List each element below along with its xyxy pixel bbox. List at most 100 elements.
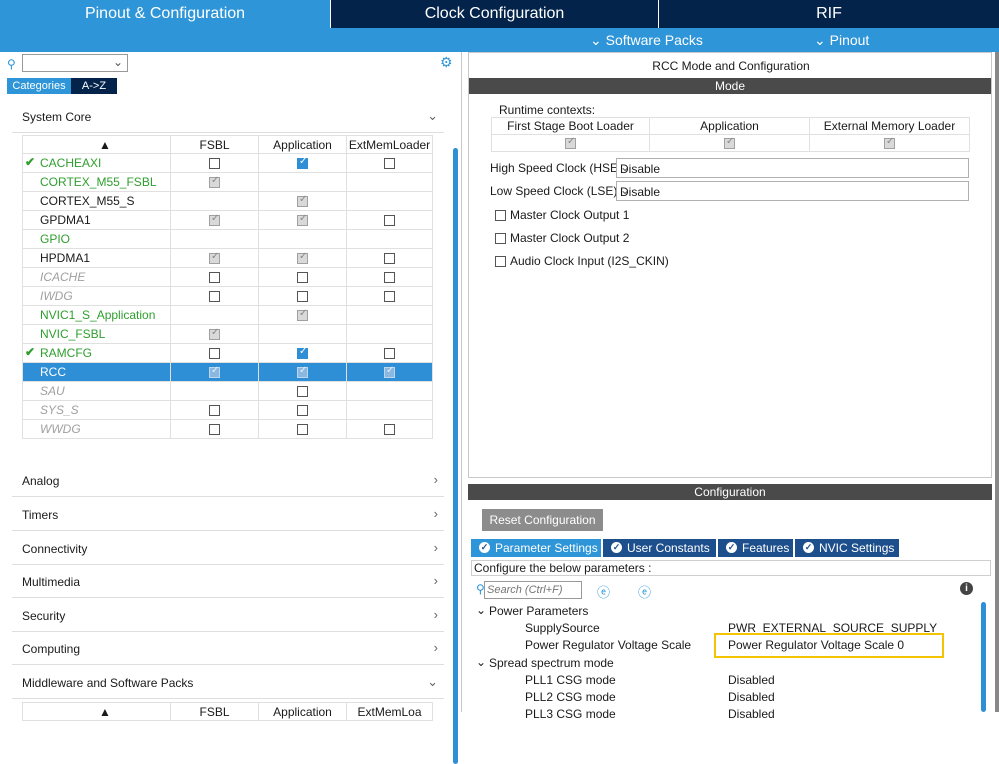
app-checkbox[interactable] (297, 346, 308, 360)
app-checkbox[interactable] (297, 156, 308, 170)
checkbox[interactable] (495, 210, 506, 222)
app-checkbox[interactable] (297, 365, 308, 379)
tab-parameter-settings[interactable]: ✓ Parameter Settings (471, 539, 601, 557)
app-checkbox[interactable] (297, 405, 308, 417)
component-name: HPDMA1 (40, 251, 91, 265)
section-multimedia[interactable]: Multimedia › (12, 565, 444, 598)
hse-select[interactable]: Disable ⌄ (616, 158, 969, 178)
categories-button[interactable]: Categories (7, 78, 71, 94)
checkbox[interactable] (495, 233, 506, 245)
ext-checkbox[interactable] (384, 215, 395, 227)
component-row[interactable]: ✔ RAMCFG (22, 343, 433, 363)
group-spread-spectrum[interactable]: Spread spectrum mode (489, 656, 614, 670)
tab-nvic-settings[interactable]: ✓ NVIC Settings (795, 539, 899, 557)
search-combo[interactable]: ⌄ (22, 54, 128, 72)
ext-checkbox[interactable] (384, 158, 395, 170)
right-edge-scrollbar[interactable] (995, 52, 999, 712)
fsbl-checkbox[interactable] (209, 213, 220, 227)
fsbl-checkbox[interactable] (209, 158, 220, 170)
fsbl-checkbox[interactable] (209, 327, 220, 341)
left-scrollbar[interactable] (453, 148, 458, 764)
pinout-menu[interactable]: ⌄ Pinout (814, 28, 869, 52)
gear-icon[interactable]: ⚙ (440, 54, 453, 71)
component-row[interactable]: NVIC1_S_Application (22, 305, 433, 325)
fsbl-checkbox[interactable] (209, 272, 220, 284)
param-value[interactable]: Disabled (728, 707, 775, 721)
fsbl-checkbox[interactable] (209, 405, 220, 417)
component-row[interactable]: SYS_S (22, 400, 433, 420)
component-row[interactable]: IWDG (22, 286, 433, 306)
next-icon[interactable]: ⓔ (638, 582, 651, 601)
fsbl-checkbox[interactable] (209, 175, 220, 189)
section-connectivity[interactable]: Connectivity › (12, 532, 444, 565)
group-power-parameters[interactable]: Power Parameters (489, 604, 588, 618)
component-row[interactable]: WWDG (22, 419, 433, 439)
section-timers[interactable]: Timers › (12, 498, 444, 531)
ext-checkbox[interactable] (384, 253, 395, 265)
section-analog[interactable]: Analog › (12, 464, 444, 497)
tab-features[interactable]: ✓ Features (718, 539, 793, 557)
ext-checkbox[interactable] (384, 424, 395, 436)
component-row[interactable]: CORTEX_M55_S (22, 191, 433, 211)
reset-configuration-button[interactable]: Reset Configuration (482, 509, 603, 531)
ext-checkbox[interactable] (384, 348, 395, 360)
app-checkbox[interactable] (297, 308, 308, 322)
param-value[interactable]: Power Regulator Voltage Scale 0 (728, 638, 904, 652)
app-checkbox[interactable] (297, 386, 308, 398)
component-row[interactable]: NVIC_FSBL (22, 324, 433, 344)
tab-user-constants[interactable]: ✓ User Constants (603, 539, 716, 557)
a-z-button[interactable]: A->Z (71, 78, 117, 94)
section-system-core[interactable]: System Core ⌄ (12, 100, 444, 133)
section-security[interactable]: Security › (12, 599, 444, 632)
right-scrollbar[interactable] (981, 602, 986, 712)
section-middleware-and-software-packs[interactable]: Middleware and Software Packs ⌄ (12, 666, 444, 699)
audio-clock-input[interactable]: Audio Clock Input (I2S_CKIN) (495, 254, 669, 270)
component-row[interactable]: GPDMA1 (22, 210, 433, 230)
component-row[interactable]: RCC (22, 362, 433, 382)
app-checkbox[interactable] (297, 213, 308, 227)
app-checkbox[interactable] (297, 424, 308, 436)
section-computing[interactable]: Computing › (12, 632, 444, 665)
master-clock-output-2[interactable]: Master Clock Output 2 (495, 231, 629, 247)
info-icon[interactable]: i (960, 582, 973, 595)
component-row[interactable]: ✔ CACHEAXI (22, 153, 433, 173)
fsbl-checkbox[interactable] (209, 291, 220, 303)
previous-icon[interactable]: ⓔ (597, 582, 610, 601)
component-row[interactable]: GPIO (22, 229, 433, 249)
context-application-checkbox[interactable] (724, 136, 735, 150)
context-application: Application (649, 117, 810, 135)
component-row[interactable]: ICACHE (22, 267, 433, 287)
fsbl-checkbox[interactable] (209, 348, 220, 360)
tab-rif[interactable]: RIF (658, 0, 999, 28)
context-fsbl-checkbox[interactable] (565, 136, 576, 150)
chevron-down-icon[interactable]: ⌄ (476, 603, 486, 617)
ext-checkbox[interactable] (384, 291, 395, 303)
app-checkbox[interactable] (297, 291, 308, 303)
search-icon: ⚲ (7, 57, 16, 71)
app-checkbox[interactable] (297, 194, 308, 208)
parameter-search-input[interactable] (484, 581, 582, 599)
fsbl-checkbox[interactable] (209, 251, 220, 265)
app-checkbox[interactable] (297, 251, 308, 265)
chevron-down-icon[interactable]: ⌄ (476, 655, 486, 669)
sort-icon[interactable]: ▲ (22, 135, 171, 154)
component-row[interactable]: CORTEX_M55_FSBL (22, 172, 433, 192)
context-extmem-checkbox[interactable] (884, 136, 895, 150)
ext-checkbox[interactable] (384, 272, 395, 284)
fsbl-checkbox[interactable] (209, 365, 220, 379)
param-value[interactable]: Disabled (728, 673, 775, 687)
chevron-down-icon: ⌄ (814, 32, 826, 48)
component-row[interactable]: SAU (22, 381, 433, 401)
software-packs-menu[interactable]: ⌄ Software Packs (590, 28, 703, 52)
lse-select[interactable]: Disable ⌄ (616, 181, 969, 201)
tab-pinout-configuration[interactable]: Pinout & Configuration (0, 0, 330, 28)
app-checkbox[interactable] (297, 272, 308, 284)
param-value[interactable]: Disabled (728, 690, 775, 704)
fsbl-checkbox[interactable] (209, 424, 220, 436)
ext-checkbox[interactable] (384, 365, 395, 379)
checkbox[interactable] (495, 256, 506, 268)
tab-clock-configuration[interactable]: Clock Configuration (330, 0, 658, 28)
component-row[interactable]: HPDMA1 (22, 248, 433, 268)
master-clock-output-1[interactable]: Master Clock Output 1 (495, 208, 629, 224)
component-name: IWDG (40, 289, 73, 303)
